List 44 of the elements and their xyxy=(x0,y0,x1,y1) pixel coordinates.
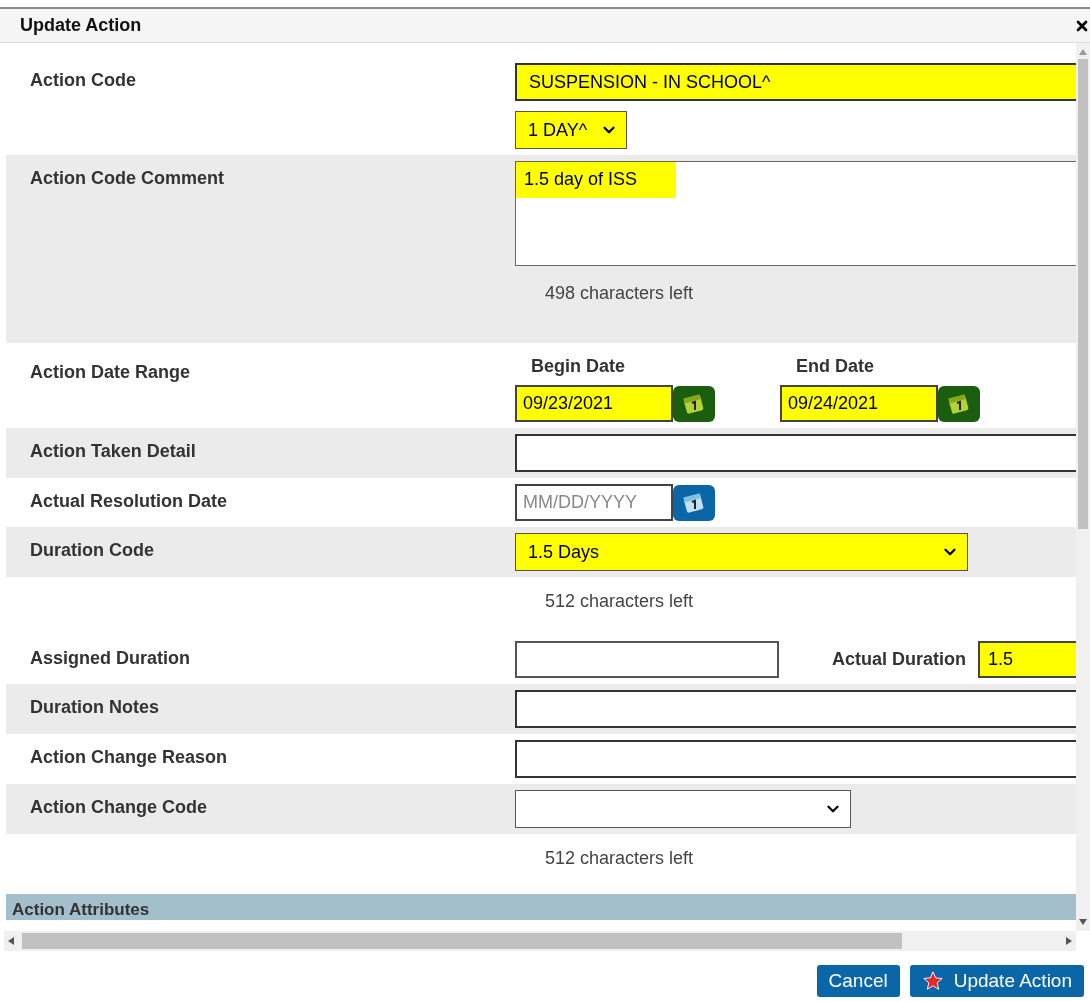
field-label: Duration Notes xyxy=(30,697,159,717)
scrollbar-thumb[interactable] xyxy=(1078,59,1088,529)
field-label: Actual Resolution Date xyxy=(30,491,228,511)
section-title: Action Attributes xyxy=(12,900,150,920)
characters-left-text: 498 characters left xyxy=(545,282,694,305)
comment-field[interactable]: 1.5 day of ISS xyxy=(515,161,1076,266)
characters-left-text: 512 characters left xyxy=(545,847,694,870)
horizontal-scrollbar[interactable] xyxy=(4,931,1076,951)
text-field[interactable] xyxy=(515,690,1076,728)
field-label: Actual Duration xyxy=(832,648,966,671)
text-field[interactable] xyxy=(515,740,1076,778)
dropdown[interactable] xyxy=(515,790,851,828)
field-label: Action Code xyxy=(30,70,136,90)
dialog-title: Update Action xyxy=(20,14,142,37)
date-field[interactable]: 09/24/2021 xyxy=(780,385,938,422)
scroll-down-icon[interactable] xyxy=(1079,919,1087,925)
field-label: Action Change Code xyxy=(30,797,207,817)
dropdown[interactable]: 1.5 Days xyxy=(515,533,968,571)
field-label: Action Date Range xyxy=(30,362,191,382)
text-field[interactable]: SUSPENSION - IN SCHOOL^ xyxy=(515,63,1076,101)
text-field[interactable]: 1.5 xyxy=(978,641,1076,678)
calendar-button[interactable] xyxy=(673,484,715,521)
date-heading: End Date xyxy=(796,355,875,377)
vertical-scrollbar[interactable] xyxy=(1076,43,1090,931)
text-field[interactable] xyxy=(515,641,779,678)
star-icon xyxy=(921,970,944,992)
date-heading: Begin Date xyxy=(531,355,627,377)
update-button[interactable]: Update Action xyxy=(909,965,1084,997)
field-label: Action Change Reason xyxy=(30,747,228,767)
scroll-right-icon[interactable] xyxy=(1066,937,1072,945)
field-label: Action Code Comment xyxy=(30,168,224,188)
characters-left-text: 512 characters left xyxy=(545,590,694,613)
calendar-button[interactable] xyxy=(938,385,980,422)
scroll-left-icon[interactable] xyxy=(8,937,14,945)
cancel-button[interactable]: Cancel xyxy=(816,965,900,997)
date-field[interactable]: MM/DD/YYYY xyxy=(515,484,673,521)
text-field[interactable] xyxy=(515,434,1076,472)
dropdown[interactable]: 1 DAY^ xyxy=(515,111,627,149)
scrollbar-thumb[interactable] xyxy=(22,933,902,949)
field-label: Action Taken Detail xyxy=(30,441,196,461)
field-label: Duration Code xyxy=(30,540,154,560)
calendar-button[interactable] xyxy=(673,385,715,422)
field-label: Assigned Duration xyxy=(30,648,190,668)
date-field[interactable]: 09/23/2021 xyxy=(515,385,673,422)
